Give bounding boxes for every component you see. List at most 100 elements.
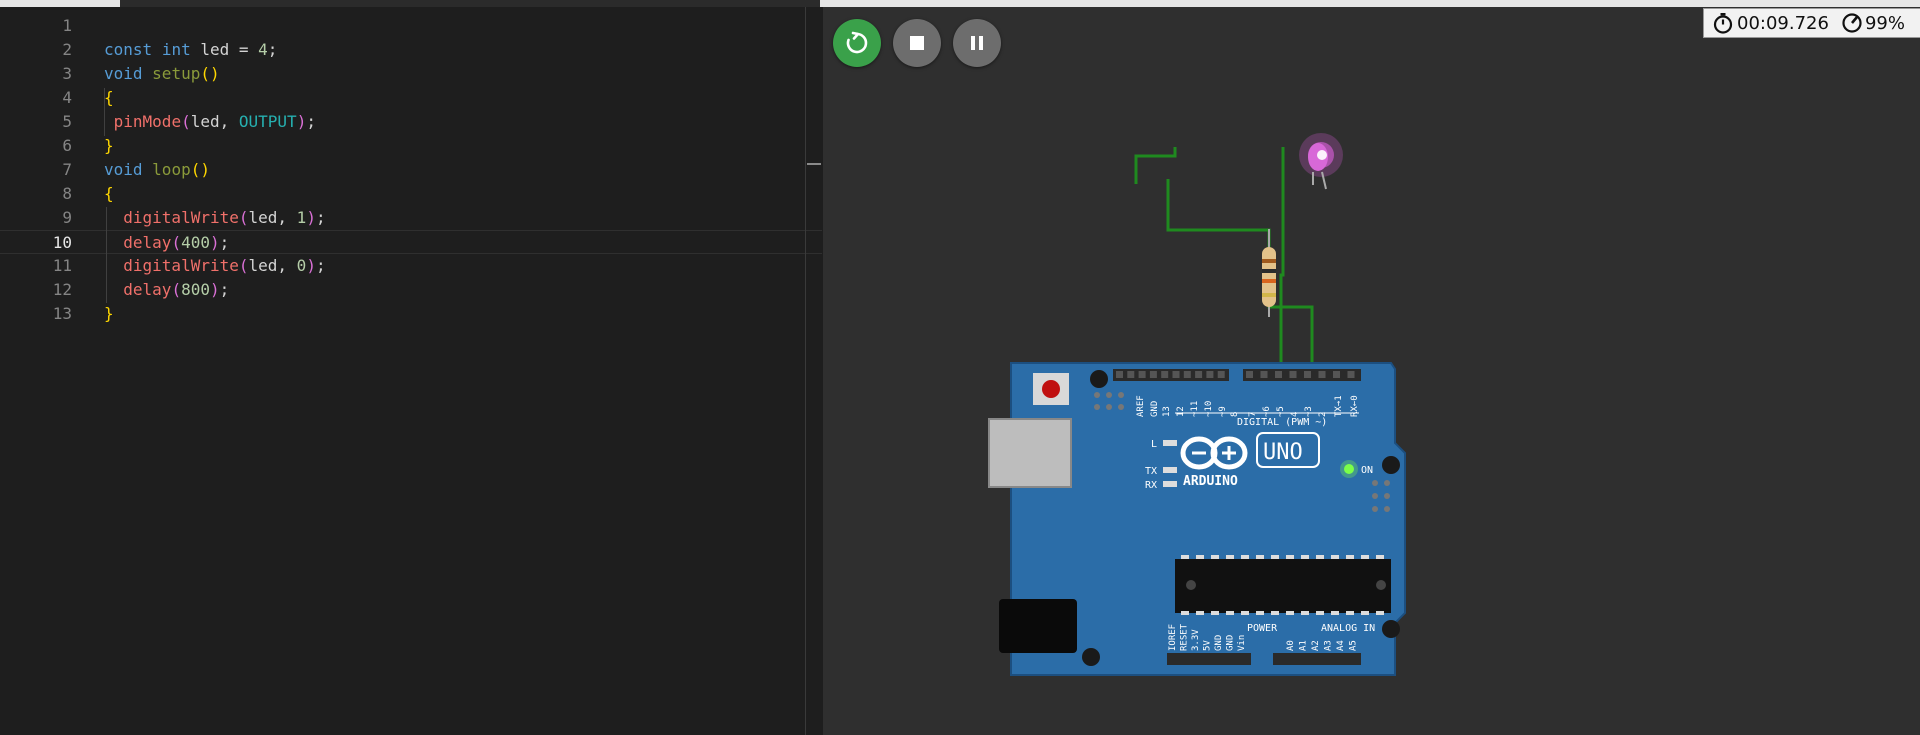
code-text[interactable]: delay(800); — [104, 278, 229, 302]
code-line[interactable]: 11 digitalWrite(led, 0); — [0, 254, 822, 278]
code-text[interactable]: { — [104, 182, 114, 206]
code-text[interactable]: { — [104, 86, 114, 110]
analog-pin-label: A2 — [1311, 640, 1321, 651]
code-token: ; — [306, 112, 316, 131]
pin-label: TX→1 — [1334, 395, 1344, 417]
code-token: ) — [209, 233, 220, 252]
led[interactable] — [1299, 133, 1343, 190]
wire-pin4[interactable] — [1279, 147, 1285, 375]
code-token: ) — [306, 256, 316, 275]
code-line[interactable]: 5 pinMode(led, OUTPUT); — [0, 110, 822, 134]
code-token: 800 — [181, 280, 210, 299]
pin-label: ~9 — [1218, 406, 1228, 417]
code-token: 1 — [296, 208, 307, 227]
indent-guide — [106, 207, 107, 303]
code-token: led, — [248, 208, 297, 227]
indent-guide — [104, 88, 105, 136]
code-text[interactable]: const int led = 4; — [104, 38, 277, 62]
code-line[interactable]: 2 const int led = 4; — [0, 38, 822, 62]
code-token: led, — [190, 112, 239, 131]
code-token: ; — [219, 280, 230, 299]
code-token: digitalWrite — [123, 208, 239, 227]
power-label: POWER — [1247, 623, 1278, 634]
code-line[interactable]: 3 void setup() — [0, 62, 822, 86]
code-line[interactable]: 4{ — [0, 86, 822, 110]
pin-label: ~6 — [1262, 406, 1272, 417]
code-editor[interactable]: 1 2 const int led = 4; 3 void setup() 4{5 pin… — [0, 7, 822, 735]
line-number: 2 — [62, 40, 72, 59]
line-number: 1 — [62, 16, 72, 35]
wires[interactable] — [1134, 147, 1314, 377]
code-line[interactable]: 8{ — [0, 182, 822, 206]
arduino-uno-board[interactable]: AREF GND 13 12 ~11 ~10 ~9 8 7 ~6 ~5 4 ~3 2 TX→1 RX←0 DI… — [988, 362, 1406, 676]
code-text[interactable]: void setup() — [104, 62, 220, 86]
code-line[interactable]: 13} — [0, 302, 822, 326]
code-token: digitalWrite — [123, 256, 239, 275]
code-token: { — [104, 184, 114, 203]
line-number: 11 — [52, 256, 72, 275]
code-line[interactable]: 9 digitalWrite(led, 1); — [0, 206, 822, 230]
code-token: 400 — [181, 233, 210, 252]
power-pin-label: 3.3V — [1191, 629, 1201, 651]
power-pin-label: Vin — [1237, 635, 1247, 651]
brand-label: ARDUINO — [1183, 474, 1238, 489]
code-token: pinMode — [113, 112, 182, 131]
pin-label: ~3 — [1304, 406, 1314, 417]
code-token: ( — [238, 208, 249, 227]
code-text[interactable]: } — [104, 134, 114, 158]
line-number: 12 — [52, 280, 72, 299]
code-text[interactable]: digitalWrite(led, 1); — [104, 206, 326, 230]
code-token: 4 — [258, 40, 268, 59]
code-text[interactable]: void loop() — [104, 158, 210, 182]
power-pin-label: GND — [1214, 635, 1224, 651]
line-number: 10 — [52, 233, 72, 252]
analog-label: ANALOG IN — [1321, 623, 1375, 634]
analog-pin-label: A4 — [1336, 640, 1346, 651]
wire-gnd[interactable] — [1166, 179, 1314, 377]
code-token: setup — [152, 64, 201, 83]
circuit-canvas[interactable]: AREF GND 13 12 ~11 ~10 ~9 8 7 ~6 ~5 4 ~3 2 TX→1 RX←0 DI… — [823, 7, 1920, 735]
code-token: void — [104, 160, 143, 179]
model-label: UNO — [1263, 440, 1303, 465]
code-token: 0 — [296, 256, 307, 275]
rx-label: RX — [1145, 480, 1157, 491]
code-token: ( — [181, 112, 191, 131]
code-token: } — [104, 136, 114, 155]
code-line[interactable]: 6} — [0, 134, 822, 158]
code-line[interactable]: 10 delay(400); — [0, 230, 822, 254]
analog-pin-label: A1 — [1299, 640, 1309, 651]
code-token: delay — [123, 233, 172, 252]
analog-pin-label: A3 — [1324, 640, 1334, 651]
resistor[interactable] — [1262, 229, 1276, 317]
code-token: const — [104, 40, 153, 59]
code-text[interactable]: pinMode(led, OUTPUT); — [104, 110, 316, 134]
power-pin-label: 5V — [1203, 640, 1213, 651]
code-text[interactable]: delay(400); — [104, 231, 229, 255]
code-text[interactable]: } — [104, 302, 114, 326]
code-token: ) — [209, 280, 220, 299]
pin-label: 13 — [1162, 406, 1172, 417]
code-token: ( — [171, 280, 182, 299]
top-progress-strip — [0, 0, 1920, 7]
code-token: ; — [315, 208, 326, 227]
pin-label: ~5 — [1276, 406, 1286, 417]
code-line[interactable]: 7 void loop() — [0, 158, 822, 182]
power-jack — [999, 599, 1077, 653]
l-led-label: L — [1151, 439, 1157, 450]
line-number: 8 — [62, 184, 72, 203]
code-line[interactable]: 1 — [0, 14, 822, 38]
wire-resistor-led[interactable] — [1134, 147, 1177, 184]
code-token: led, — [248, 256, 297, 275]
code-line[interactable]: 12 delay(800); — [0, 278, 822, 302]
line-number: 3 — [62, 64, 72, 83]
pin-label: ~11 — [1190, 401, 1200, 417]
code-token: ) — [296, 112, 307, 131]
editor-divider — [805, 7, 806, 735]
digital-label: DIGITAL (PWM ~) — [1237, 417, 1327, 428]
power-pin-label: GND — [1226, 635, 1236, 651]
code-text[interactable]: digitalWrite(led, 0); — [104, 254, 325, 278]
code-token: ) — [306, 208, 316, 227]
